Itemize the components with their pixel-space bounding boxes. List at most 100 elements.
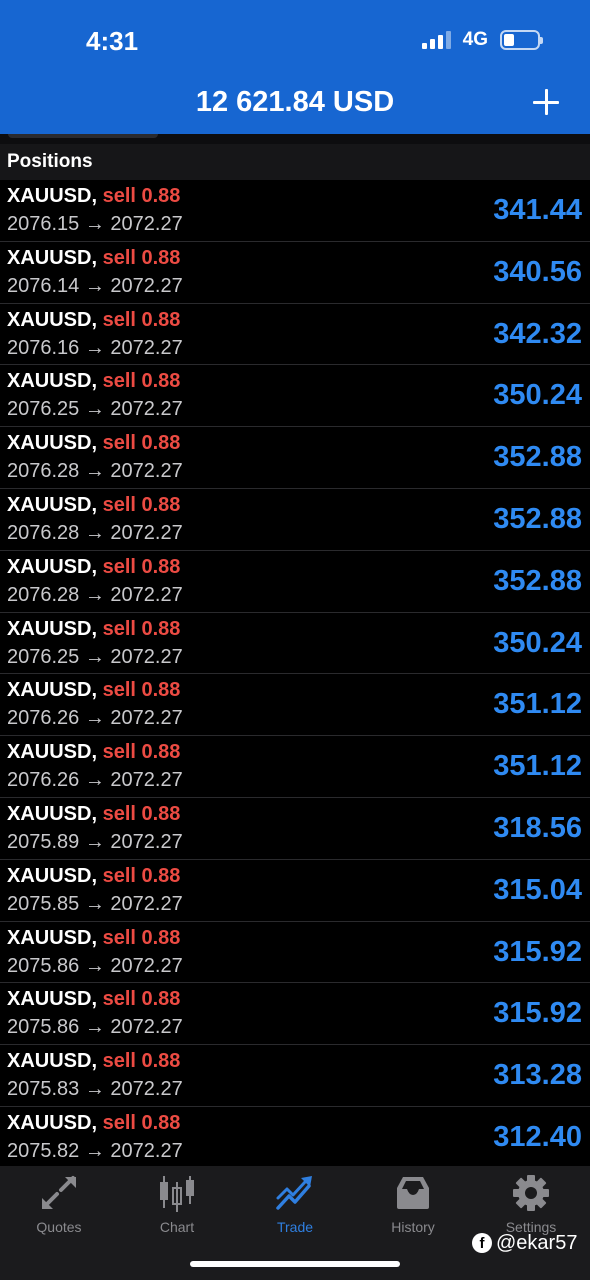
position-title: XAUUSD, sell 0.88 bbox=[7, 432, 180, 455]
status-indicators: 4G bbox=[421, 28, 543, 52]
position-title: XAUUSD, sell 0.88 bbox=[7, 185, 180, 208]
position-row[interactable]: XAUUSD, sell 0.88 2076.28 → 2072.27 352.88 bbox=[0, 551, 590, 613]
position-profit: 350.24 bbox=[493, 379, 582, 412]
position-profit: 315.92 bbox=[493, 935, 582, 968]
trade-trend-icon bbox=[276, 1176, 312, 1210]
section-title: Positions bbox=[7, 151, 93, 172]
position-side-volume: sell 0.88 bbox=[102, 864, 181, 887]
position-title: XAUUSD, sell 0.88 bbox=[7, 494, 180, 517]
tab-label: Chart bbox=[159, 1219, 195, 1235]
position-title: XAUUSD, sell 0.88 bbox=[7, 556, 180, 579]
position-profit: 318.56 bbox=[493, 811, 582, 844]
position-symbol: XAUUSD, bbox=[7, 185, 98, 207]
position-side-volume: sell 0.88 bbox=[102, 308, 181, 331]
position-prices: 2075.86 → 2072.27 bbox=[7, 1016, 183, 1039]
position-symbol: XAUUSD, bbox=[7, 1111, 98, 1134]
position-prices: 2075.86 → 2072.27 bbox=[7, 954, 183, 977]
position-prices: 2076.26 → 2072.27 bbox=[7, 707, 183, 730]
position-profit: 342.32 bbox=[493, 317, 582, 350]
position-side-volume: sell 0.88 bbox=[102, 370, 181, 393]
position-row[interactable]: XAUUSD, sell 0.88 2075.86 → 2072.27 315.92 bbox=[0, 922, 590, 984]
position-symbol: XAUUSD, bbox=[7, 802, 98, 825]
position-title: XAUUSD, sell 0.88 bbox=[7, 927, 180, 950]
position-symbol: XAUUSD, bbox=[7, 432, 98, 455]
position-symbol: XAUUSD, bbox=[7, 617, 98, 640]
position-row[interactable]: XAUUSD, sell 0.88 2075.89 → 2072.27 318.56 bbox=[0, 798, 590, 860]
history-tray-icon bbox=[397, 1177, 429, 1209]
position-side-volume: sell 0.88 bbox=[102, 493, 181, 516]
positions-section-header: Positions bbox=[0, 144, 590, 180]
position-row[interactable]: XAUUSD, sell 0.88 2075.86 → 2072.27 315.92 bbox=[0, 983, 590, 1046]
position-side-volume: sell 0.88 bbox=[102, 432, 181, 455]
partial-summary-row bbox=[0, 134, 590, 144]
position-side-volume: sell 0.88 bbox=[102, 988, 181, 1011]
network-type: 4G bbox=[462, 29, 488, 50]
position-row[interactable]: XAUUSD, sell 0.88 2076.25 → 2072.27 350.24 bbox=[0, 365, 590, 428]
position-side-volume: sell 0.88 bbox=[102, 1050, 181, 1073]
position-symbol: XAUUSD, bbox=[7, 741, 98, 764]
gear-icon bbox=[513, 1175, 549, 1211]
position-prices: 2075.82 → 2072.27 bbox=[7, 1139, 183, 1162]
position-row[interactable]: XAUUSD, sell 0.88 2076.14 → 2072.27 340.56 bbox=[0, 242, 590, 304]
position-profit: 352.88 bbox=[493, 441, 582, 474]
position-prices: 2076.28 → 2072.27 bbox=[7, 460, 183, 483]
quotes-arrows-icon bbox=[42, 1176, 76, 1209]
cellular-signal-icon bbox=[421, 31, 451, 49]
position-row[interactable]: XAUUSD, sell 0.88 2076.15 → 2072.27 341.44 bbox=[0, 180, 590, 242]
position-profit: 315.92 bbox=[493, 997, 582, 1030]
tab-trade[interactable]: Trade bbox=[236, 1174, 354, 1240]
position-prices: 2075.89 → 2072.27 bbox=[7, 830, 183, 853]
position-title: XAUUSD, sell 0.88 bbox=[7, 618, 180, 641]
position-profit: 341.44 bbox=[493, 194, 582, 226]
watermark-text: @ekar57 bbox=[496, 1231, 578, 1254]
position-prices: 2076.15 → 2072.27 bbox=[7, 213, 183, 235]
position-title: XAUUSD, sell 0.88 bbox=[7, 865, 180, 888]
position-row[interactable]: XAUUSD, sell 0.88 2076.28 → 2072.27 352.88 bbox=[0, 427, 590, 489]
position-title: XAUUSD, sell 0.88 bbox=[7, 988, 180, 1011]
position-row[interactable]: XAUUSD, sell 0.88 2076.26 → 2072.27 351.12 bbox=[0, 674, 590, 737]
position-row[interactable]: XAUUSD, sell 0.88 2075.85 → 2072.27 315.04 bbox=[0, 860, 590, 922]
position-symbol: XAUUSD, bbox=[7, 864, 98, 887]
tab-history[interactable]: History bbox=[354, 1174, 472, 1240]
position-title: XAUUSD, sell 0.88 bbox=[7, 679, 180, 702]
position-row[interactable]: XAUUSD, sell 0.88 2075.82 → 2072.27 312.40 bbox=[0, 1107, 590, 1166]
position-row[interactable]: XAUUSD, sell 0.88 2076.26 → 2072.27 351.12 bbox=[0, 736, 590, 798]
tab-quotes[interactable]: Quotes bbox=[0, 1174, 118, 1240]
position-profit: 313.28 bbox=[493, 1059, 582, 1092]
position-prices: 2076.28 → 2072.27 bbox=[7, 583, 183, 606]
tab-chart[interactable]: Chart bbox=[118, 1174, 236, 1240]
tab-label: History bbox=[391, 1219, 435, 1235]
position-prices: 2076.26 → 2072.27 bbox=[7, 769, 183, 792]
facebook-icon: f bbox=[472, 1233, 492, 1253]
position-side-volume: sell 0.88 bbox=[102, 1111, 181, 1134]
position-profit: 312.40 bbox=[493, 1120, 582, 1153]
position-title: XAUUSD, sell 0.88 bbox=[7, 741, 180, 764]
position-title: XAUUSD, sell 0.88 bbox=[7, 803, 180, 826]
position-prices: 2075.83 → 2072.27 bbox=[7, 1078, 183, 1101]
position-side-volume: sell 0.88 bbox=[102, 185, 181, 207]
new-order-plus-button[interactable] bbox=[530, 86, 562, 118]
candlestick-chart-icon bbox=[160, 1176, 194, 1212]
position-profit: 315.04 bbox=[493, 873, 582, 906]
position-profit: 351.12 bbox=[493, 750, 582, 783]
position-profit: 351.12 bbox=[493, 688, 582, 721]
position-side-volume: sell 0.88 bbox=[102, 617, 181, 640]
home-indicator[interactable] bbox=[190, 1261, 400, 1267]
position-title: XAUUSD, sell 0.88 bbox=[7, 1050, 180, 1073]
position-title: XAUUSD, sell 0.88 bbox=[7, 309, 180, 332]
position-row[interactable]: XAUUSD, sell 0.88 2076.25 → 2072.27 350.24 bbox=[0, 613, 590, 675]
position-row[interactable]: XAUUSD, sell 0.88 2075.83 → 2072.27 313.28 bbox=[0, 1045, 590, 1107]
position-side-volume: sell 0.88 bbox=[102, 926, 181, 949]
position-symbol: XAUUSD, bbox=[7, 555, 98, 578]
position-profit: 352.88 bbox=[493, 564, 582, 597]
position-symbol: XAUUSD, bbox=[7, 988, 98, 1011]
position-side-volume: sell 0.88 bbox=[102, 555, 181, 578]
position-symbol: XAUUSD, bbox=[7, 1050, 98, 1073]
account-balance: 12 621.84 USD bbox=[195, 86, 395, 118]
watermark: f @ekar57 bbox=[472, 1230, 577, 1256]
position-row[interactable]: XAUUSD, sell 0.88 2076.16 → 2072.27 342.32 bbox=[0, 304, 590, 366]
position-symbol: XAUUSD, bbox=[7, 679, 98, 702]
position-row[interactable]: XAUUSD, sell 0.88 2076.28 → 2072.27 352.88 bbox=[0, 489, 590, 551]
position-side-volume: sell 0.88 bbox=[102, 246, 181, 269]
positions-list[interactable]: XAUUSD, sell 0.88 2076.15 → 2072.27 341.44… bbox=[0, 180, 590, 1166]
